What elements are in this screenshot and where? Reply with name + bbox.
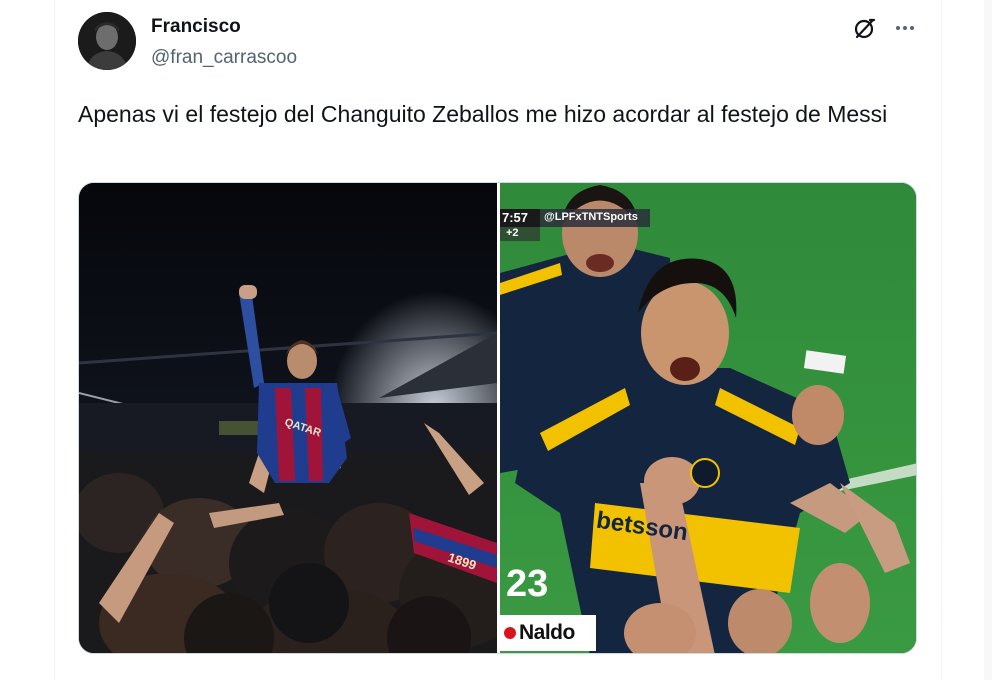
tweet-text: Apenas vi el festejo del Changuito Zebal…	[78, 101, 888, 127]
more-dot	[910, 26, 914, 30]
author-handle[interactable]: @fran_carrascoo	[151, 47, 297, 69]
tweet-media[interactable]: QATAR 1899 7:57 +2 @LPFxTNTSports betsso…	[78, 182, 917, 654]
jersey-number: 23	[506, 563, 549, 605]
scoreboard-time: 7:57	[502, 210, 529, 225]
naldo-logo-icon	[504, 627, 516, 639]
more-dot	[903, 26, 907, 30]
avatar-image	[78, 12, 136, 70]
zeballos-celebration-photo	[500, 183, 916, 653]
sidebar-edge	[984, 0, 992, 680]
timeline-right-border	[941, 0, 942, 680]
media-image-zeballos[interactable]: 7:57 +2 @LPFxTNTSports betsson 23 Naldo	[500, 183, 916, 653]
media-image-messi[interactable]: QATAR 1899	[79, 183, 519, 653]
grok-icon[interactable]	[851, 14, 879, 42]
broadcaster-tag: @LPFxTNTSports	[544, 211, 638, 223]
more-dot	[896, 26, 900, 30]
ad-label: Naldo	[519, 621, 575, 644]
author-name[interactable]: Francisco	[151, 16, 241, 38]
ad-overlay: Naldo	[500, 615, 596, 651]
avatar[interactable]	[78, 12, 136, 70]
tweet[interactable]: Francisco @fran_carrascoo Apenas vi el f…	[55, 0, 941, 680]
messi-celebration-photo: QATAR 1899	[79, 183, 519, 653]
more-options-icon[interactable]	[891, 14, 919, 42]
scoreboard-extra-time: +2	[506, 227, 519, 239]
